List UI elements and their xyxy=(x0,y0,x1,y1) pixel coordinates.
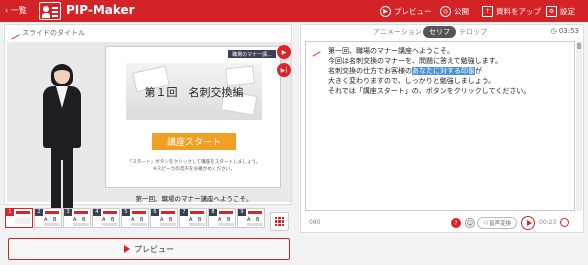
chevron-left-icon: ‹ xyxy=(5,6,9,15)
globe-icon: ◎ xyxy=(440,5,451,17)
char-count: 080 xyxy=(309,219,321,226)
thumbnail-6[interactable]: 6 AB xyxy=(150,208,178,228)
play-slide-button[interactable]: ▶ xyxy=(277,45,291,59)
clock-icon xyxy=(560,218,569,227)
settings-button[interactable]: ⚙ 設定 xyxy=(546,4,575,18)
tab-telop[interactable]: テロップ xyxy=(459,27,487,37)
thumbnail-number: 8 xyxy=(209,209,217,216)
pip-maker-logo-icon xyxy=(39,2,61,20)
slide-note-2: ※スピーカの音声をお確かめください。 xyxy=(153,167,235,172)
voice-convert-button[interactable]: ◁ 音声変換 xyxy=(477,217,517,229)
thumbnail-number: 7 xyxy=(180,209,188,216)
start-course-button[interactable]: 講座スタート xyxy=(152,133,236,150)
app-header: ‹ 一覧 PIP-Maker ▶ プレビュー ◎ 公開 ↑ 資料をアップ ⚙ 設… xyxy=(0,0,588,22)
thumbnail-5[interactable]: 5 AB xyxy=(121,208,149,228)
slide-preview: 職場のマナー講... 第１回 名刺交換編 講座スタート 「スタート」ボタンをクリ… xyxy=(105,46,281,188)
back-button[interactable]: ‹ 一覧 xyxy=(5,5,27,16)
thumbnail-2[interactable]: 2 AB xyxy=(34,208,62,228)
thumbnail-1[interactable]: 1 xyxy=(5,208,33,228)
slide-grid-button[interactable] xyxy=(270,212,289,231)
script-line: 第一回、職場のマナー講座へようこそ。 xyxy=(328,47,454,55)
duration-value: 03:53 xyxy=(558,27,579,35)
thumbnail-number: 2 xyxy=(35,209,43,216)
grid-icon xyxy=(275,217,284,226)
thumbnail-number: 4 xyxy=(93,209,101,216)
skip-next-icon: ▶| xyxy=(280,66,288,74)
help-icon[interactable]: ? xyxy=(451,218,461,228)
slide-banner: 第１回 名刺交換編 xyxy=(126,63,262,120)
preview-header-label: プレビュー xyxy=(394,6,432,16)
script-scrollbar[interactable] xyxy=(576,41,582,211)
thumbnail-number: 1 xyxy=(6,209,14,216)
script-tabs: アニメーション セリフ テロップ ◷ 03:53 xyxy=(301,25,585,39)
voice-convert-label: 音声変換 xyxy=(488,221,511,227)
thumbnail-4[interactable]: 4 AB xyxy=(92,208,120,228)
slide-caption: 第一回、職場のマナー講座へようこそ。 xyxy=(135,195,253,203)
gear-icon: ⚙ xyxy=(546,5,557,17)
tab-serif[interactable]: セリフ xyxy=(423,26,456,38)
pencil-icon xyxy=(7,26,20,40)
thumbnail-7[interactable]: 7 AB xyxy=(179,208,207,228)
slide-title-placeholder: スライドのタイトル xyxy=(22,29,85,37)
play-audio-button[interactable] xyxy=(521,216,535,230)
upload-icon: ↑ xyxy=(482,5,493,17)
smile-icon[interactable]: ☺ xyxy=(465,218,475,228)
slide-stage: 職場のマナー講... 第１回 名刺交換編 講座スタート 「スタート」ボタンをクリ… xyxy=(7,42,291,222)
play-icon xyxy=(526,220,532,226)
slide-editor-panel: スライドのタイトル 職場のマナー講... 第１回 名刺交換編 講座スタート 「ス… xyxy=(4,24,292,213)
upload-material-button[interactable]: ↑ 資料をアップ xyxy=(482,4,541,18)
script-textarea[interactable]: 第一回、職場のマナー講座へようこそ。 今回は名刺交換のマナーを、問題に答えて勉強… xyxy=(305,41,575,211)
upload-label: 資料をアップ xyxy=(496,6,541,16)
thumbnail-number: 3 xyxy=(64,209,72,216)
tab-animation[interactable]: アニメーション xyxy=(373,27,422,37)
duration-display: ◷ 03:53 xyxy=(550,27,579,35)
thumbnail-9[interactable]: 9 AB xyxy=(237,208,265,228)
script-toolbar: 080 ? ☺ ◁ 音声変換 00:23 xyxy=(301,215,585,231)
preview-button[interactable]: プレビュー xyxy=(8,238,290,260)
script-line: 今回は名刺交換のマナーを、問題に答えて勉強します。 xyxy=(328,57,502,65)
thumbnail-3[interactable]: 3 AB xyxy=(63,208,91,228)
publish-label: 公開 xyxy=(454,6,469,16)
preview-button-label: プレビュー xyxy=(134,244,174,254)
slide-thumbnail-strip: 1 2 AB 3 AB 4 AB 5 AB 6 AB 7 AB 8 AB 9 A… xyxy=(5,205,267,233)
megaphone-icon: ◁ xyxy=(483,220,488,226)
thumbnail-number: 9 xyxy=(238,209,246,216)
selected-text: あなたに対する印象 xyxy=(412,67,475,75)
script-text: 名刺交換の仕方でお客様の xyxy=(328,67,412,75)
play-circle-icon: ▶ xyxy=(380,5,391,17)
slide-banner-title: 第１回 名刺交換編 xyxy=(144,85,244,99)
script-text: が xyxy=(475,67,482,75)
slide-header-tag: 職場のマナー講... xyxy=(228,50,276,58)
settings-label: 設定 xyxy=(560,6,575,16)
slide-note-1: 「スタート」ボタンをクリックして講座をスタートしましょう。 xyxy=(127,160,261,165)
back-label: 一覧 xyxy=(10,6,27,15)
script-line: それでは「講座スタート」の、ボタンをクリックしてください。 xyxy=(328,87,531,95)
preview-header-button[interactable]: ▶ プレビュー xyxy=(380,4,432,18)
pencil-icon xyxy=(308,44,321,57)
clock-icon: ◷ xyxy=(550,27,557,35)
play-icon xyxy=(124,245,130,253)
thumbnail-8[interactable]: 8 AB xyxy=(208,208,236,228)
thumbnail-number: 5 xyxy=(122,209,130,216)
next-slide-button[interactable]: ▶| xyxy=(277,63,291,77)
thumbnail-number: 6 xyxy=(151,209,159,216)
publish-button[interactable]: ◎ 公開 xyxy=(440,4,469,18)
presenter-avatar xyxy=(37,64,87,214)
script-line: 名刺交換の仕方でお客様のあなたに対する印象が xyxy=(328,66,482,76)
script-panel: アニメーション セリフ テロップ ◷ 03:53 第一回、職場のマナー講座へよう… xyxy=(300,24,584,233)
play-icon: ▶ xyxy=(281,48,287,56)
app-brand: PIP-Maker xyxy=(66,3,135,17)
script-line: 大きく変わりますので、しっかりと勉強しましょう。 xyxy=(328,77,496,85)
slide-title-field[interactable]: スライドのタイトル xyxy=(7,26,85,40)
play-time: 00:23 xyxy=(539,219,557,226)
